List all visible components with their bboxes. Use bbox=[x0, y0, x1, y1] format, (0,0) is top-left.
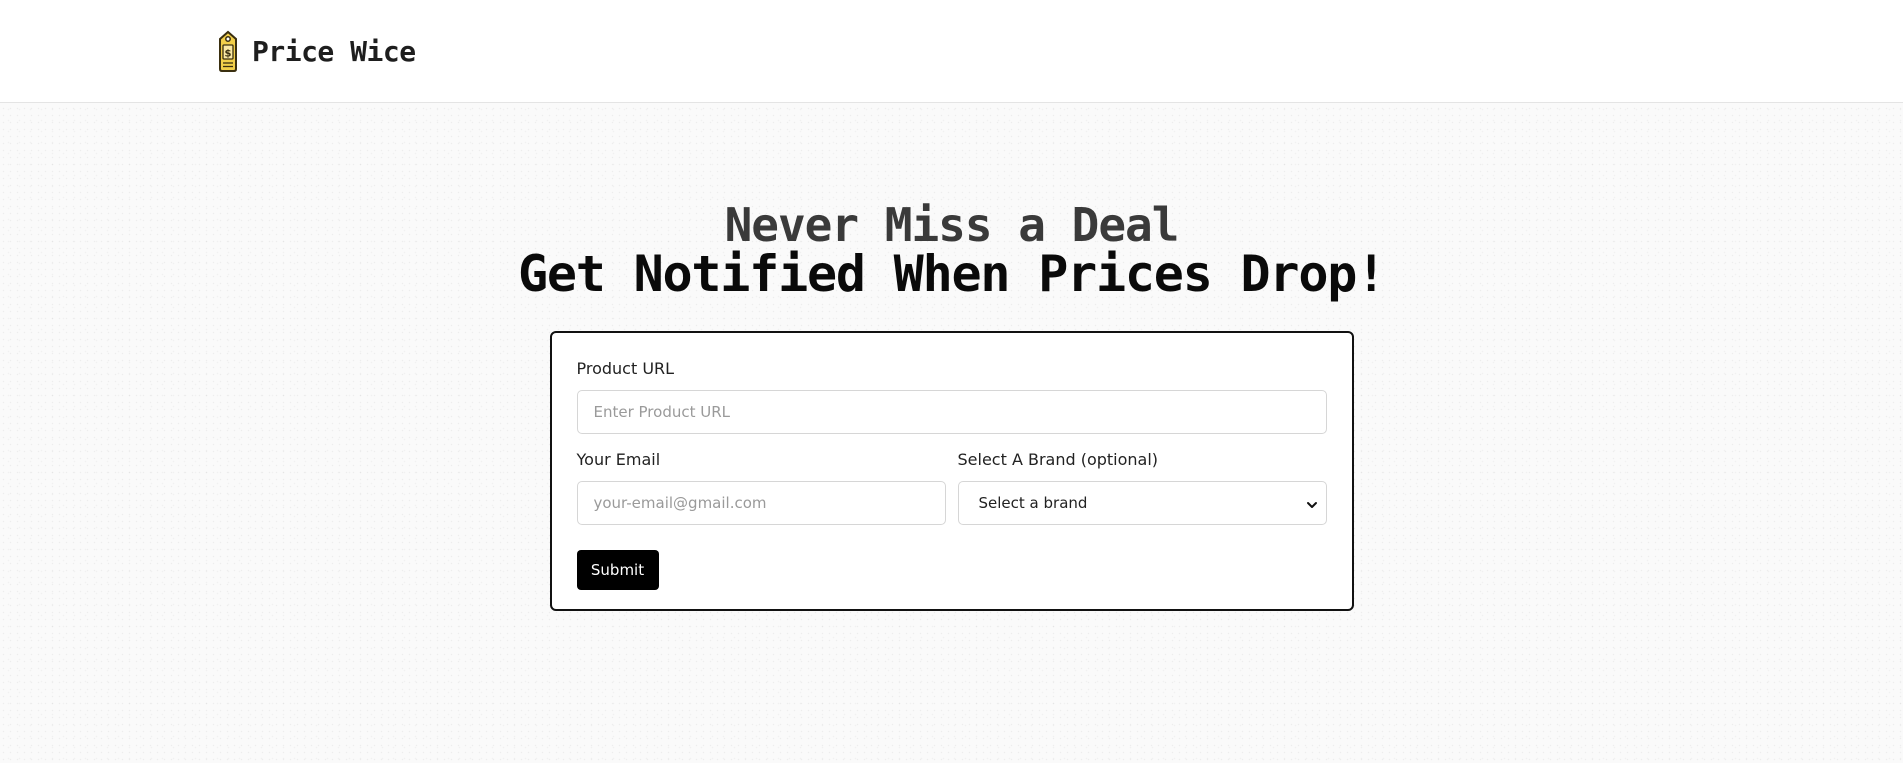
email-input[interactable] bbox=[576, 481, 946, 525]
submit-button[interactable]: Submit bbox=[576, 550, 659, 590]
svg-text:$: $ bbox=[225, 49, 232, 60]
email-label: Your Email bbox=[576, 450, 661, 469]
hero: Never Miss a Deal Get Notified When Pric… bbox=[0, 201, 1903, 299]
product-url-label: Product URL bbox=[576, 359, 675, 378]
brand-select-label: Select A Brand (optional) bbox=[957, 450, 1159, 469]
product-url-input[interactable] bbox=[576, 390, 1327, 434]
price-alert-form: Product URL Your Email Select A Brand (o… bbox=[549, 331, 1354, 611]
brand[interactable]: $ Price Wice bbox=[214, 29, 416, 73]
hero-title: Never Miss a Deal bbox=[724, 198, 1180, 252]
brand-select[interactable]: Select a brand bbox=[957, 481, 1327, 525]
price-tag-dollar-icon: $ bbox=[214, 29, 242, 73]
site-header: $ Price Wice bbox=[0, 0, 1903, 103]
brand-name: Price Wice bbox=[252, 34, 416, 68]
hero-subtitle: Get Notified When Prices Drop! bbox=[517, 245, 1386, 303]
brand-select-value: Select a brand bbox=[978, 494, 1088, 512]
chevron-down-icon bbox=[1306, 497, 1318, 509]
